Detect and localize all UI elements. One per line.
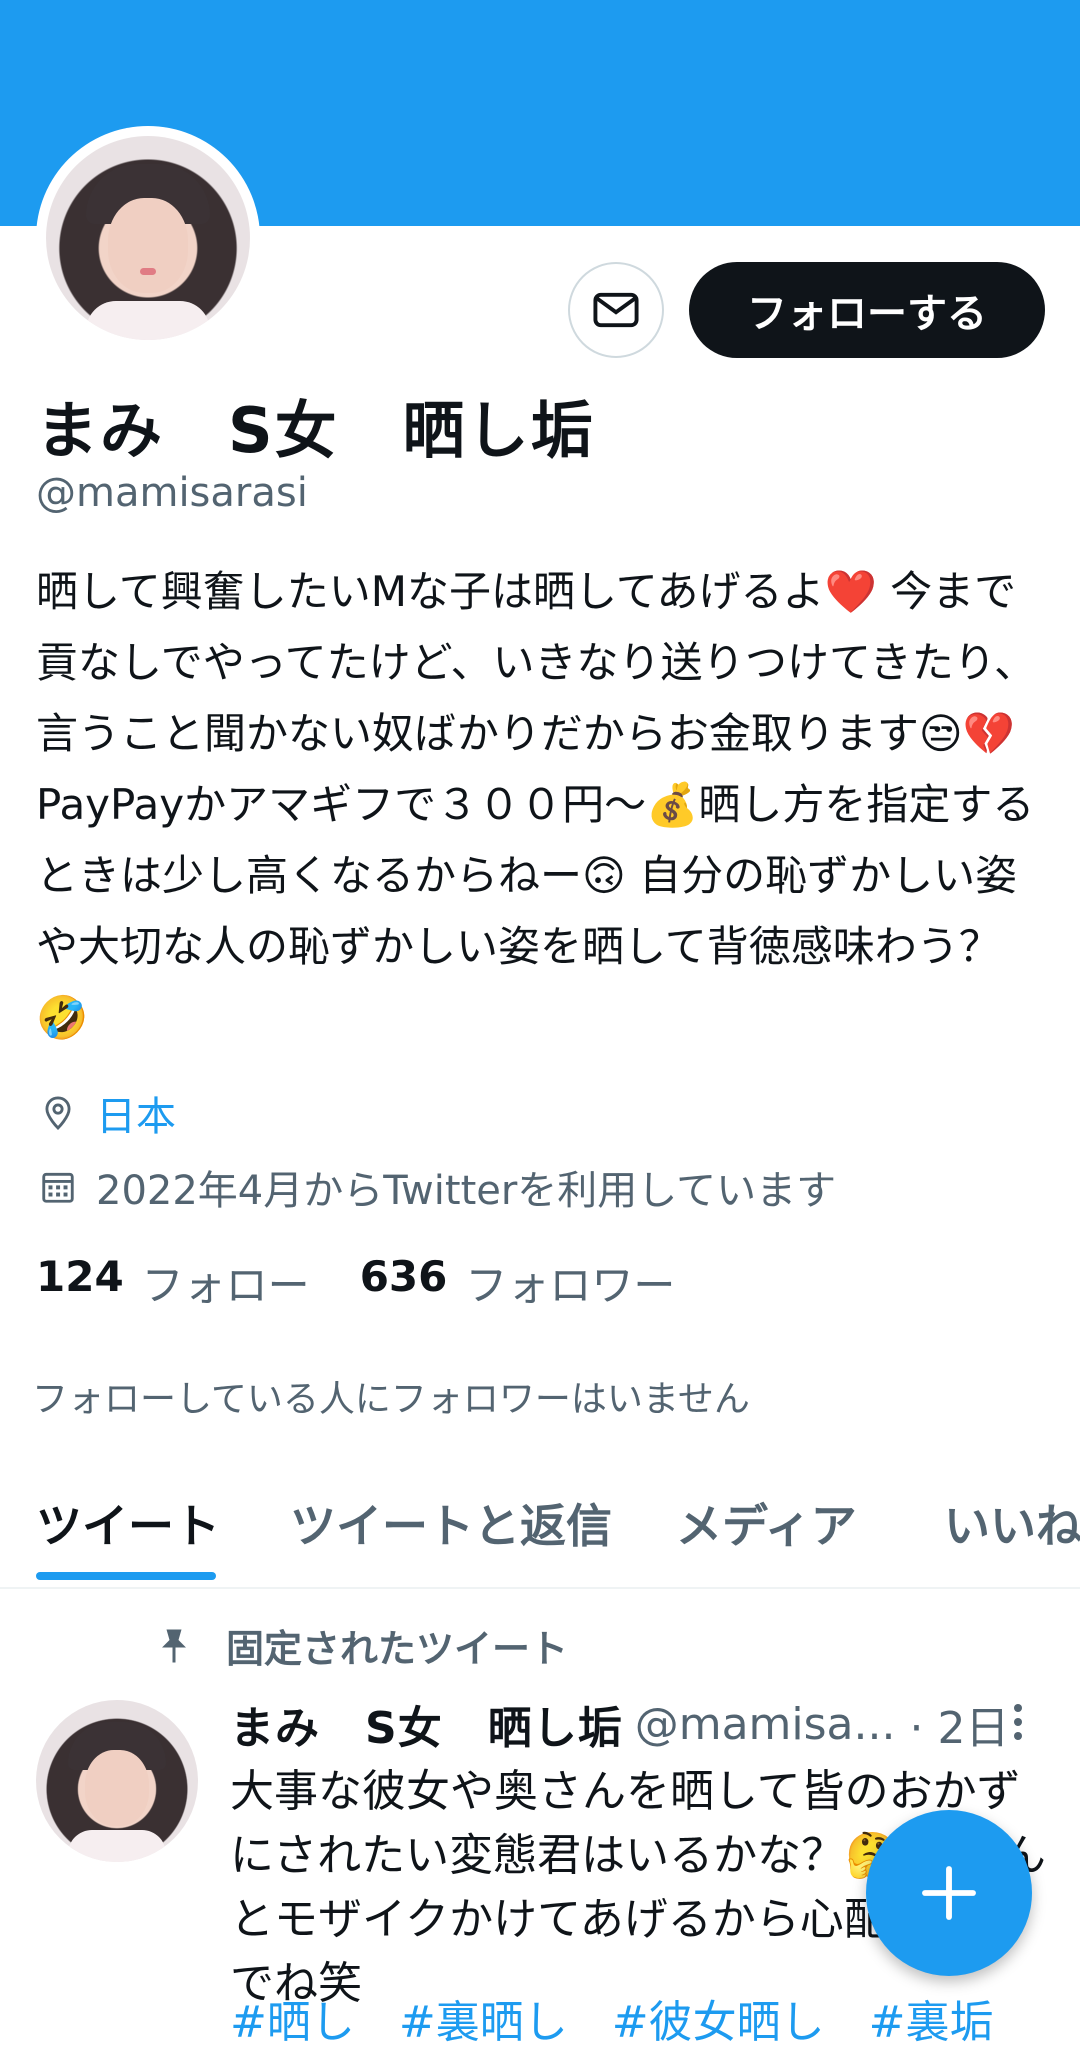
followers-stat[interactable]: 636 フォロワー [360,1252,676,1313]
more-vertical-icon [1014,1704,1022,1740]
compose-tweet-button[interactable] [866,1810,1032,1976]
tab-tweets-and-replies[interactable]: ツイートと返信 [290,1490,612,1556]
tweet-author-handle[interactable]: @mamisa... [635,1699,896,1750]
pinned-label-text: 固定されたツイート [226,1627,569,1671]
tweet-header: まみ S女 晒し垢 @mamisa... · 2日 [230,1692,1009,1756]
calendar-icon [36,1165,80,1209]
profile-stats: 124 フォロー 636 フォロワー [36,1252,725,1313]
pin-icon [156,1626,192,1666]
following-label: フォロー [141,1261,310,1310]
mutual-followers-note: フォローしている人にフォロワーはいません [32,1379,750,1420]
joined-date: 2022年4月からTwitterを利用しています [96,1168,837,1214]
location-link[interactable]: 日本 [96,1084,176,1142]
active-tab-indicator [36,1572,216,1580]
tab-media[interactable]: メディア [676,1490,857,1556]
profile-handle: @mamisarasi [36,470,308,516]
followers-label: フォロワー [465,1261,676,1310]
profile-avatar[interactable] [36,126,260,350]
tab-tweets[interactable]: ツイート [36,1490,220,1556]
following-count: 124 [36,1252,124,1301]
profile-bio: 晒して興奮したいMな子は晒してあげるよ❤️ 今まで貢なしでやってたけど、いきなり… [36,567,1037,1042]
message-button[interactable] [568,262,664,358]
tweet-author-name[interactable]: まみ S女 晒し垢 [230,1692,623,1756]
tweet-time[interactable]: · 2日 [909,1692,1009,1756]
profile-tabs: ツイート ツイートと返信 メディア いいね [0,1460,1080,1589]
following-stat[interactable]: 124 フォロー [36,1252,310,1313]
envelope-icon [593,292,639,328]
plus-icon [922,1866,976,1920]
followers-count: 636 [359,1252,448,1301]
profile-joined: 2022年4月からTwitterを利用しています [36,1158,836,1216]
location-pin-icon [36,1091,80,1135]
follow-button[interactable]: フォローする [689,262,1045,358]
profile-location: 日本 [36,1084,176,1142]
tweet-hashtags[interactable]: #晒し #裏晒し #彼女晒し #裏垢 [230,1986,993,2050]
tab-likes[interactable]: いいね [944,1490,1080,1556]
profile-display-name: まみ S女 晒し垢 [36,394,595,467]
avatar-image [46,136,250,340]
pinned-tweet-label: 固定されたツイート [156,1618,568,1673]
tweet-more-button[interactable] [1010,1700,1026,1744]
tweet-author-avatar[interactable] [36,1700,198,1862]
